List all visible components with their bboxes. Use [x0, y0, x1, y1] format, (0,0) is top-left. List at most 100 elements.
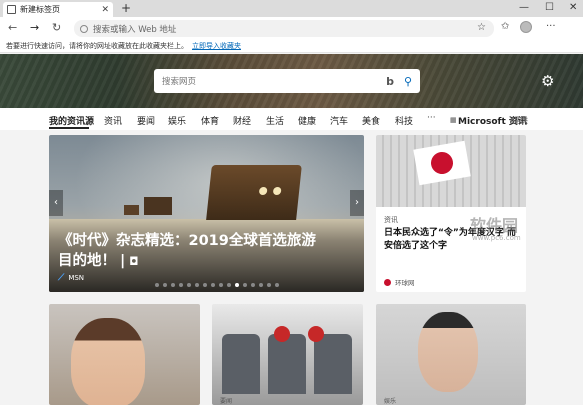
- carousel-dot[interactable]: [211, 283, 215, 287]
- new-tab-button[interactable]: +: [121, 1, 131, 15]
- story-image-seat: [268, 334, 306, 394]
- carousel-dot[interactable]: [155, 283, 159, 287]
- category-technology[interactable]: 科技: [395, 114, 413, 127]
- story-image: [418, 312, 478, 392]
- story-image-seat: [314, 334, 352, 394]
- msn-icon: ⟋: [58, 273, 65, 283]
- tab-title: 新建标签页: [20, 5, 60, 14]
- main-story-card[interactable]: ‹ › 《时代》杂志精选：2019全球首选旅游 目的地！ | ◘ ⟋ MSN: [49, 135, 364, 292]
- story-card[interactable]: [49, 304, 200, 405]
- category-entertainment[interactable]: 娱乐: [168, 114, 186, 127]
- search-placeholder: 搜索网页: [162, 77, 197, 87]
- main-story-title-line1: 《时代》杂志精选：2019全球首选旅游: [58, 233, 316, 249]
- active-tab-underline: [49, 127, 89, 129]
- address-placeholder: 搜索或输入 Web 地址: [93, 24, 177, 35]
- source-name: MSN: [68, 274, 85, 282]
- search-icon[interactable]: ⚲: [404, 75, 412, 88]
- category-autos[interactable]: 汽车: [330, 114, 348, 127]
- settings-gear-icon[interactable]: ⚙: [541, 72, 554, 90]
- address-bar[interactable]: 搜索或输入 Web 地址 ☆: [74, 20, 494, 37]
- tab-strip: 新建标签页 ✕ + — ☐ ✕: [0, 0, 583, 17]
- news-feed: ‹ › 《时代》杂志精选：2019全球首选旅游 目的地！ | ◘ ⟋ MSN 资…: [0, 130, 583, 405]
- page-icon: [7, 5, 16, 14]
- search-icon: [80, 24, 88, 33]
- category-lifestyle[interactable]: 生活: [266, 114, 284, 127]
- category-health[interactable]: 健康: [298, 114, 316, 127]
- provided-by-label: 提供: [512, 116, 528, 125]
- carousel-dot[interactable]: [187, 283, 191, 287]
- watermark-url: www.pc6.com: [472, 234, 521, 242]
- carousel-dot[interactable]: [275, 283, 279, 287]
- profile-avatar[interactable]: [520, 21, 532, 33]
- import-favorites-link[interactable]: 立即导入收藏夹: [192, 41, 241, 51]
- more-icon[interactable]: ···: [546, 21, 556, 32]
- story-image: [376, 135, 526, 207]
- microsoft-logo-icon: ▦: [450, 116, 457, 124]
- category-food[interactable]: 美食: [362, 114, 380, 127]
- maximize-icon[interactable]: ☐: [545, 2, 554, 13]
- carousel-dot[interactable]: [171, 283, 175, 287]
- source-name: 环球网: [395, 279, 415, 287]
- next-arrow-icon[interactable]: ›: [350, 190, 364, 216]
- category-nav: 我的资讯源 资讯 要闻 娱乐 体育 财经 生活 健康 汽车 美食 科技 ··· …: [0, 108, 583, 130]
- carousel-dot[interactable]: [219, 283, 223, 287]
- hero-background: 搜索网页 b ⚲ ⚙: [0, 54, 583, 108]
- favorite-star-icon[interactable]: ☆: [477, 22, 486, 33]
- title-separator: |: [120, 253, 126, 269]
- back-icon[interactable]: ←: [8, 21, 17, 34]
- main-story-title-line2: 目的地！: [58, 253, 116, 269]
- carousel-dot-active[interactable]: [235, 283, 239, 287]
- story-category: 要闻: [220, 398, 233, 405]
- hut-window: [272, 187, 282, 195]
- carousel-dot[interactable]: [251, 283, 255, 287]
- story-image-hut: [124, 205, 139, 215]
- japan-flag: [413, 140, 471, 186]
- category-finance[interactable]: 财经: [233, 114, 251, 127]
- carousel-dot[interactable]: [195, 283, 199, 287]
- carousel-dot[interactable]: [259, 283, 263, 287]
- carousel-dots: [155, 283, 283, 287]
- carousel-dot[interactable]: [227, 283, 231, 287]
- source-logo-icon: [384, 278, 391, 286]
- story-image-hut: [144, 197, 172, 215]
- category-my-feed[interactable]: 我的资讯源: [49, 114, 94, 127]
- close-icon[interactable]: ✕: [101, 5, 109, 15]
- web-search-box[interactable]: 搜索网页 b ⚲: [154, 69, 420, 93]
- bing-icon: b: [386, 74, 394, 88]
- main-story-source: ⟋ MSN: [58, 273, 84, 283]
- side-story-category: 资讯: [384, 216, 398, 224]
- favorites-hint: 若要进行快速访问，请将你的网址收藏放在此收藏夹栏上。: [6, 41, 188, 50]
- story-image: [71, 318, 145, 405]
- flag-sun: [429, 150, 455, 176]
- story-image-santa-hat: [274, 326, 290, 342]
- hut-window: [258, 187, 268, 195]
- carousel-dot[interactable]: [243, 283, 247, 287]
- story-image-seat: [222, 334, 260, 394]
- favorites-bar: 若要进行快速访问，请将你的网址收藏放在此收藏夹栏上。 立即导入收藏夹: [0, 39, 583, 53]
- category-sports[interactable]: 体育: [201, 114, 219, 127]
- side-story-source: 环球网: [384, 277, 415, 287]
- main-story-title: 《时代》杂志精选：2019全球首选旅游 目的地！ | ◘: [58, 231, 358, 272]
- favorites-icon[interactable]: ✩: [501, 21, 509, 32]
- story-category: 娱乐: [384, 398, 397, 405]
- forward-icon[interactable]: →: [30, 21, 39, 34]
- story-image-santa-hat: [308, 326, 324, 342]
- minimize-icon[interactable]: —: [519, 2, 529, 13]
- carousel-dot[interactable]: [203, 283, 207, 287]
- watermark-text: 软件园: [470, 216, 519, 235]
- camera-icon: ◘: [129, 255, 139, 268]
- category-news[interactable]: 资讯: [104, 114, 122, 127]
- more-categories-button[interactable]: ···: [427, 113, 436, 123]
- prev-arrow-icon[interactable]: ‹: [49, 190, 63, 216]
- story-image-hut: [206, 165, 302, 220]
- navigation-bar: ← → ↻ 搜索或输入 Web 地址 ☆ ✩ ···: [0, 17, 583, 39]
- carousel-dot[interactable]: [163, 283, 167, 287]
- category-headlines[interactable]: 要闻: [137, 114, 155, 127]
- story-card[interactable]: 要闻: [212, 304, 363, 405]
- window-close-icon[interactable]: ✕: [569, 2, 577, 13]
- refresh-icon[interactable]: ↻: [52, 21, 61, 34]
- carousel-dot[interactable]: [267, 283, 271, 287]
- tab-new-tab[interactable]: 新建标签页 ✕: [3, 2, 113, 17]
- story-card[interactable]: 娱乐: [376, 304, 526, 405]
- carousel-dot[interactable]: [179, 283, 183, 287]
